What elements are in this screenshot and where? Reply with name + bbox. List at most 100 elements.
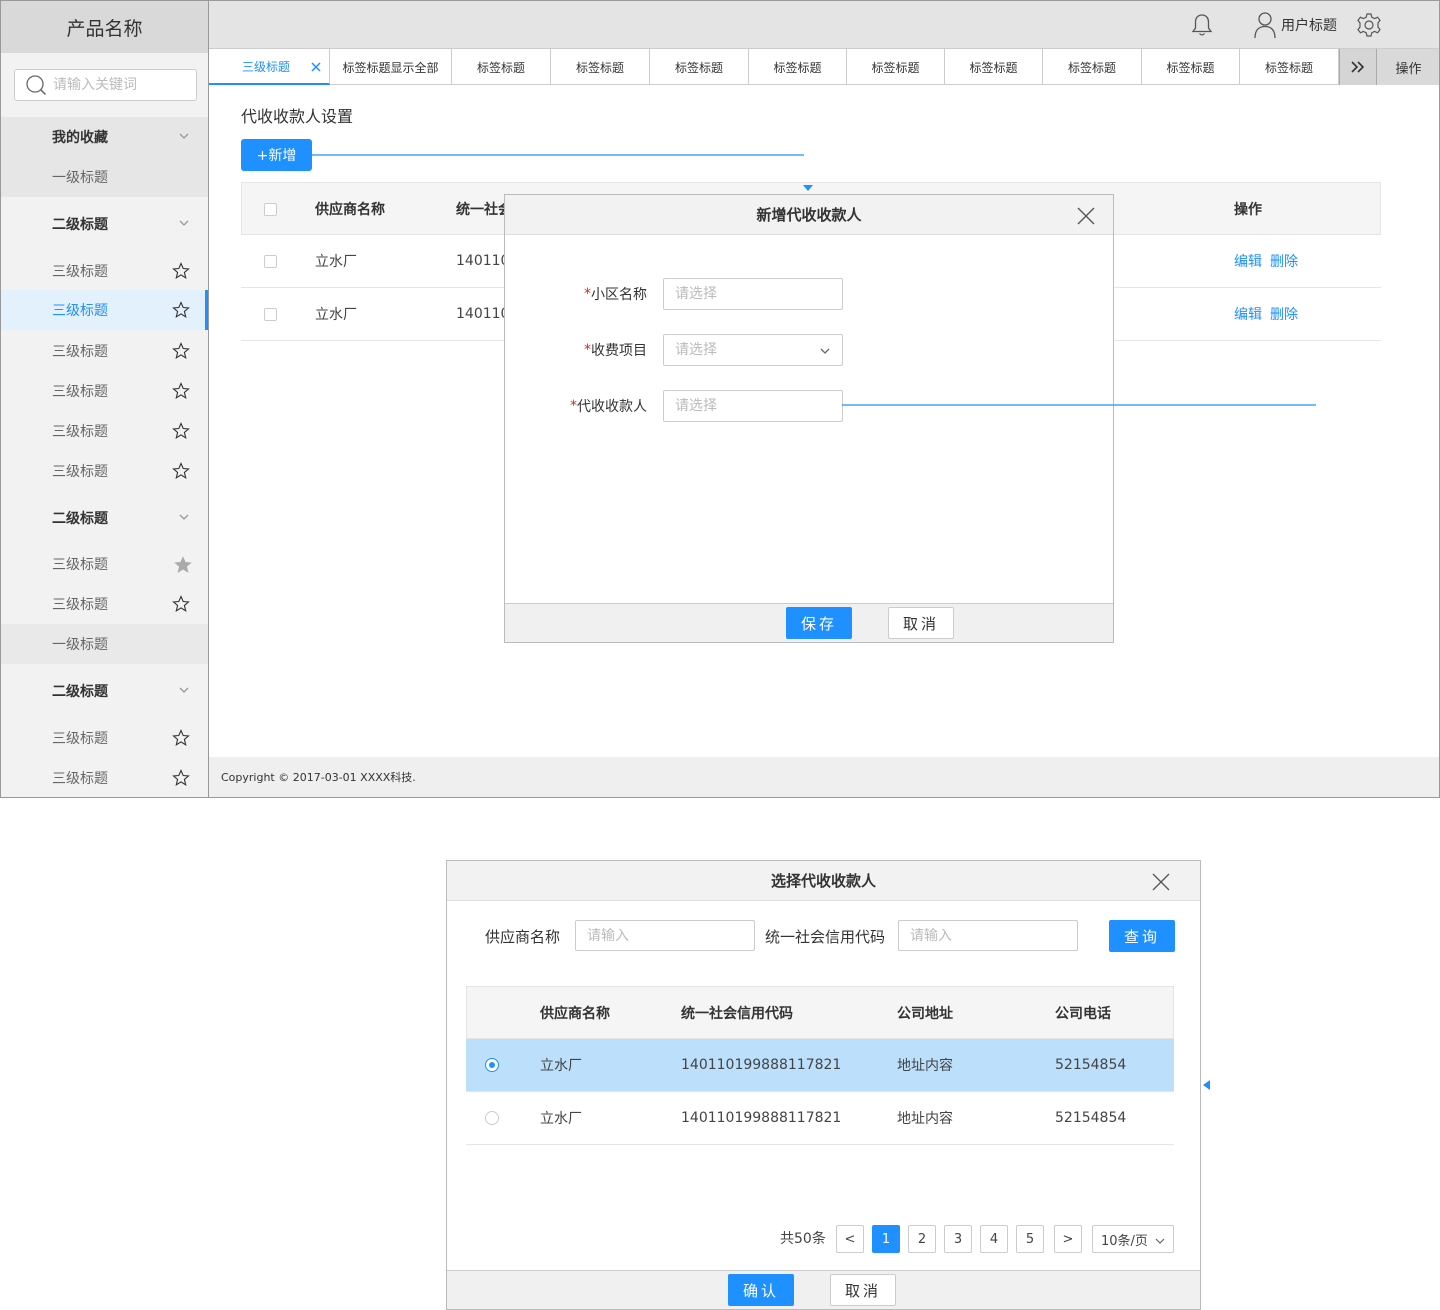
sidebar-item-level3-active[interactable]: 三级标题 xyxy=(1,290,208,330)
next-page-button[interactable]: > xyxy=(1054,1225,1082,1253)
star-outline-icon[interactable] xyxy=(172,262,190,280)
page-button[interactable]: 5 xyxy=(1016,1225,1044,1253)
close-icon[interactable] xyxy=(1077,207,1095,225)
sidebar-item-level3[interactable]: 三级标题 xyxy=(1,251,208,291)
star-outline-icon[interactable] xyxy=(172,382,190,400)
query-code-input[interactable] xyxy=(898,920,1078,951)
sidebar-item-label: 我的收藏 xyxy=(52,130,108,146)
tab-item[interactable]: 标签标题 xyxy=(452,49,551,85)
close-icon[interactable] xyxy=(310,61,322,73)
select-all-checkbox[interactable] xyxy=(264,202,277,216)
tab-item[interactable]: 标签标题 xyxy=(1043,49,1142,85)
sidebar-search[interactable] xyxy=(14,69,197,101)
tab-item[interactable]: 标签标题 xyxy=(847,49,945,85)
sidebar-group-level2[interactable]: 二级标题 xyxy=(1,498,208,538)
tab-label: 标签标题 xyxy=(871,60,920,75)
tab-label: 标签标题 xyxy=(1264,60,1313,75)
page-button-current[interactable]: 1 xyxy=(872,1225,900,1253)
tab-active[interactable]: 三级标题 xyxy=(209,49,330,85)
delete-link[interactable]: 删除 xyxy=(1270,251,1298,271)
dialog-title: 选择代收收款人 xyxy=(447,861,1200,901)
sidebar-item-level3[interactable]: 三级标题 xyxy=(1,411,208,451)
cancel-button[interactable]: 取消 xyxy=(888,607,954,639)
tab-item[interactable]: 标签标题显示全部 xyxy=(330,49,452,85)
form-row-community: * 小区名称 xyxy=(505,278,1115,310)
star-outline-icon[interactable] xyxy=(172,595,190,613)
tab-label: 标签标题 xyxy=(476,60,525,75)
delete-link[interactable]: 删除 xyxy=(1270,304,1298,324)
page-size-value: 10条/页 xyxy=(1101,1233,1148,1249)
star-outline-icon[interactable] xyxy=(172,462,190,480)
supplier-name: 立水厂 xyxy=(315,254,357,270)
sidebar-item-level1[interactable]: 一级标题 xyxy=(1,157,208,197)
sidebar-item-label: 三级标题 xyxy=(52,264,108,280)
sidebar-item-level3[interactable]: 三级标题 xyxy=(1,544,208,584)
tab-more-button[interactable] xyxy=(1339,49,1377,85)
tab-item[interactable]: 标签标题 xyxy=(650,49,749,85)
row-actions: 编辑 删除 xyxy=(1234,235,1306,287)
star-outline-icon[interactable] xyxy=(172,301,190,319)
sidebar-group-favorites[interactable]: 我的收藏 xyxy=(1,117,208,157)
payee-select[interactable] xyxy=(663,390,843,422)
fee-item-select[interactable] xyxy=(663,334,843,366)
tab-item[interactable]: 标签标题 xyxy=(551,49,650,85)
star-outline-icon[interactable] xyxy=(172,342,190,360)
community-select[interactable] xyxy=(663,278,843,310)
page-button[interactable]: 3 xyxy=(944,1225,972,1253)
checkbox-cell xyxy=(264,288,277,340)
tab-item[interactable]: 标签标题 xyxy=(1240,49,1339,85)
sidebar-item-level3[interactable]: 三级标题 xyxy=(1,584,208,624)
tab-operations-button[interactable]: 操作 xyxy=(1377,49,1439,85)
bell-icon[interactable] xyxy=(1189,12,1215,38)
sidebar-group-level2[interactable]: 二级标题 xyxy=(1,671,208,711)
required-mark: * xyxy=(584,286,591,302)
edit-link[interactable]: 编辑 xyxy=(1234,304,1262,324)
sidebar-item-level3[interactable]: 三级标题 xyxy=(1,758,208,797)
row-radio[interactable] xyxy=(485,1111,499,1125)
user-menu[interactable]: 用户标题 xyxy=(1253,11,1337,39)
chevron-down-icon xyxy=(179,133,189,139)
sidebar-item-level3[interactable]: 三级标题 xyxy=(1,718,208,758)
tab-item[interactable]: 标签标题 xyxy=(1142,49,1240,85)
company-address: 地址内容 xyxy=(897,1058,953,1074)
table-row-selected[interactable]: 立水厂 140110199888117821 地址内容 52154854 xyxy=(466,1039,1174,1092)
column-header: 公司地址 xyxy=(897,1006,953,1022)
row-actions: 编辑 删除 xyxy=(1234,288,1306,340)
field-label: * 代收收款人 xyxy=(570,390,647,422)
sidebar-item-level3[interactable]: 三级标题 xyxy=(1,331,208,371)
sidebar-item-label: 三级标题 xyxy=(52,384,108,400)
sidebar-item-level1[interactable]: 一级标题 xyxy=(1,624,208,664)
sidebar-item-level3[interactable]: 三级标题 xyxy=(1,451,208,491)
star-outline-icon[interactable] xyxy=(172,422,190,440)
save-button[interactable]: 保存 xyxy=(786,607,852,639)
star-outline-icon[interactable] xyxy=(172,729,190,747)
row-checkbox[interactable] xyxy=(264,254,277,268)
star-outline-icon[interactable] xyxy=(172,769,190,787)
cancel-button[interactable]: 取消 xyxy=(830,1274,896,1306)
add-button[interactable]: +新增 xyxy=(241,139,312,171)
star-filled-icon[interactable] xyxy=(174,556,192,574)
prev-page-button[interactable]: < xyxy=(836,1225,864,1253)
sidebar-item-label: 三级标题 xyxy=(52,597,108,613)
gear-icon[interactable] xyxy=(1356,12,1382,38)
table-row[interactable]: 立水厂 140110199888117821 地址内容 52154854 xyxy=(466,1092,1174,1145)
page-size-select[interactable]: 10条/页 xyxy=(1092,1225,1174,1253)
close-icon[interactable] xyxy=(1152,873,1170,891)
company-address: 地址内容 xyxy=(897,1111,953,1127)
tab-label: 标签标题 xyxy=(969,60,1018,75)
page-button[interactable]: 2 xyxy=(908,1225,936,1253)
tab-label: 标签标题 xyxy=(1067,60,1116,75)
sidebar-item-level3[interactable]: 三级标题 xyxy=(1,371,208,411)
query-button[interactable]: 查询 xyxy=(1109,920,1175,952)
sidebar-search-input[interactable] xyxy=(53,77,193,93)
query-supplier-input[interactable] xyxy=(575,920,755,951)
double-chevron-right-icon xyxy=(1351,61,1365,73)
row-checkbox[interactable] xyxy=(264,307,277,321)
row-radio-checked[interactable] xyxy=(485,1058,499,1072)
tab-item[interactable]: 标签标题 xyxy=(749,49,847,85)
sidebar-group-level2[interactable]: 二级标题 xyxy=(1,204,208,244)
edit-link[interactable]: 编辑 xyxy=(1234,251,1262,271)
confirm-button[interactable]: 确认 xyxy=(728,1274,794,1306)
tab-item[interactable]: 标签标题 xyxy=(945,49,1043,85)
page-button[interactable]: 4 xyxy=(980,1225,1008,1253)
